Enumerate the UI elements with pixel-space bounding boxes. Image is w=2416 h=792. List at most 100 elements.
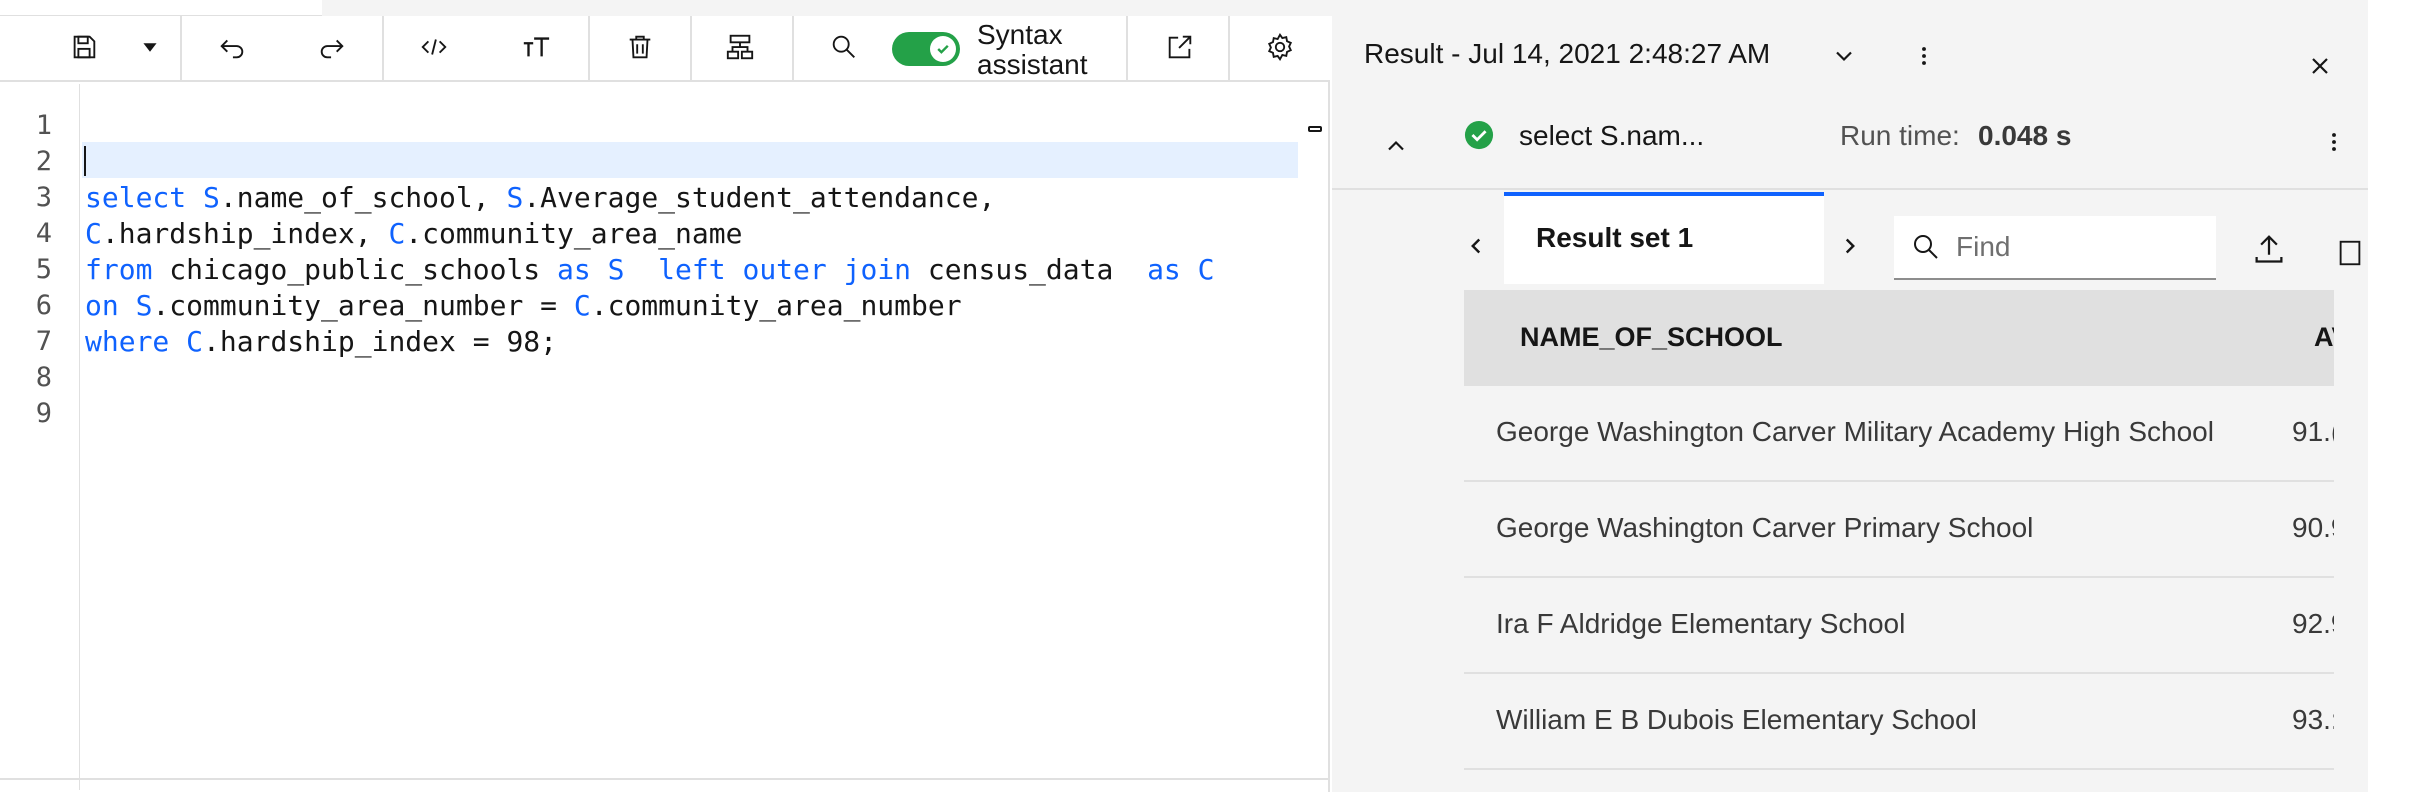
format-text-button[interactable] xyxy=(514,16,558,82)
table-icon xyxy=(2339,240,2361,266)
sql-keyword: C xyxy=(186,325,204,358)
table-row[interactable]: William E B Dubois Elementary School 93.… xyxy=(1464,674,2334,770)
sql-token: .hardship_index, xyxy=(101,217,389,250)
table-row[interactable]: George Washington Carver Military Academ… xyxy=(1464,386,2334,482)
export-button[interactable] xyxy=(2246,222,2292,274)
current-line-highlight xyxy=(82,142,1298,178)
previous-tab-button[interactable] xyxy=(1458,222,1494,270)
tab-result-set-1[interactable]: Result set 1 xyxy=(1504,192,1824,284)
run-query-preview: select S.nam... xyxy=(1519,120,1705,151)
table-cell: George Washington Carver Military Academ… xyxy=(1496,416,2214,447)
upload-icon xyxy=(2255,235,2283,263)
sql-token: .name_of_school, xyxy=(219,181,507,214)
code-icon xyxy=(419,32,449,66)
table-cell: 93.: xyxy=(2292,704,2334,735)
column-header[interactable]: AV xyxy=(2314,322,2334,353)
table-header: NAME_OF_SCHOOL AV xyxy=(1464,290,2334,386)
clear-button[interactable] xyxy=(618,16,662,82)
collapse-run-button[interactable] xyxy=(1376,126,1416,166)
sql-code-area[interactable]: select S.name_of_school, S.Average_stude… xyxy=(82,84,1300,790)
search-button[interactable] xyxy=(822,16,866,82)
sql-keyword: on xyxy=(85,289,119,322)
save-options-button[interactable] xyxy=(130,16,170,82)
line-number: 9 xyxy=(35,398,52,429)
line-number: 3 xyxy=(35,182,52,213)
toolbar-divider xyxy=(382,16,384,82)
syntax-assistant-toggle[interactable] xyxy=(892,32,960,66)
explain-button[interactable] xyxy=(718,16,762,82)
results-header: Result - Jul 14, 2021 2:48:27 AM xyxy=(1332,16,2368,96)
close-results-button[interactable] xyxy=(2300,46,2340,86)
overflow-menu-icon xyxy=(1922,47,1926,65)
sql-keyword: C xyxy=(388,217,406,250)
find-input[interactable] xyxy=(1956,216,2206,278)
table-cell: 92.9 xyxy=(2292,608,2334,639)
result-table: NAME_OF_SCHOOL AV George Washington Carv… xyxy=(1464,290,2334,792)
table-row[interactable]: Ira F Aldridge Elementary School 92.9 xyxy=(1464,578,2334,674)
toolbar-divider xyxy=(180,16,182,82)
text-format-icon xyxy=(521,32,551,66)
next-tab-button[interactable] xyxy=(1832,222,1868,270)
checkmark-filled-icon xyxy=(1464,120,1494,150)
results-pane: Result - Jul 14, 2021 2:48:27 AM select … xyxy=(1332,16,2368,792)
table-cell: William E B Dubois Elementary School xyxy=(1496,704,1977,735)
redo-button[interactable] xyxy=(310,16,354,82)
overflow-menu-icon xyxy=(2332,133,2336,151)
code-line: where C.hardship_index = 98; xyxy=(85,324,557,360)
chevron-up-icon xyxy=(1388,140,1404,151)
open-in-new-window-button[interactable] xyxy=(1158,16,1202,82)
editor-bottom-border xyxy=(0,778,1330,780)
code-view-button[interactable] xyxy=(412,16,456,82)
overview-ruler-marker xyxy=(1308,126,1322,132)
run-options-button[interactable] xyxy=(2316,122,2352,162)
sql-keyword: from xyxy=(85,253,153,286)
toolbar-divider xyxy=(1126,16,1128,82)
settings-button[interactable] xyxy=(1258,16,1302,82)
result-history-dropdown[interactable] xyxy=(1824,38,1864,74)
save-button[interactable] xyxy=(62,16,106,82)
checkmark-icon xyxy=(937,44,949,54)
syntax-assistant-label: Syntax assistant xyxy=(977,20,1088,80)
redo-icon xyxy=(317,32,347,66)
undo-button[interactable] xyxy=(210,16,254,82)
run-summary-row[interactable]: select S.nam... Run time: 0.048 s xyxy=(1332,98,2368,190)
sql-token: .community_area_number = xyxy=(152,289,574,322)
chevron-left-icon xyxy=(1471,238,1481,254)
result-set-tabs: Result set 1 xyxy=(1332,190,2368,296)
top-strip xyxy=(0,0,322,16)
sql-keyword: as xyxy=(557,253,591,286)
toolbar-divider xyxy=(588,16,590,82)
result-title: Result - Jul 14, 2021 2:48:27 AM xyxy=(1364,38,1771,69)
sql-editor-pane: Syntax assistant 1 2 3 4 5 6 7 8 9 selec… xyxy=(0,16,1330,792)
chevron-down-icon xyxy=(1836,51,1852,62)
gear-icon xyxy=(1265,32,1295,66)
sql-keyword: select xyxy=(85,181,187,214)
success-status xyxy=(1462,118,1496,152)
sql-keyword: C xyxy=(1197,253,1215,286)
sql-token: census_data xyxy=(911,253,1148,286)
sql-keyword: S xyxy=(506,181,524,214)
code-line: from chicago_public_schools as S left ou… xyxy=(85,252,1215,288)
chevron-right-icon xyxy=(1845,238,1855,254)
table-view-button[interactable] xyxy=(2332,232,2368,274)
column-header[interactable]: NAME_OF_SCHOOL xyxy=(1520,322,1783,353)
run-time-label: Run time: xyxy=(1840,120,1960,151)
line-number: 8 xyxy=(35,362,52,393)
code-line: select S.name_of_school, S.Average_stude… xyxy=(85,180,995,216)
syntax-assistant-label-line1: Syntax xyxy=(977,19,1063,50)
flowchart-icon xyxy=(725,32,755,66)
run-time-value: 0.048 s xyxy=(1978,120,2072,151)
toolbar-divider xyxy=(792,16,794,82)
result-options-button[interactable] xyxy=(1906,38,1942,74)
sql-keyword: as xyxy=(1147,253,1181,286)
sql-keyword: S xyxy=(607,253,625,286)
sql-keyword: C xyxy=(85,217,102,250)
table-row[interactable]: George Washington Carver Primary School … xyxy=(1464,482,2334,578)
editor-toolbar: Syntax assistant xyxy=(0,16,1330,82)
text-cursor xyxy=(84,146,86,176)
